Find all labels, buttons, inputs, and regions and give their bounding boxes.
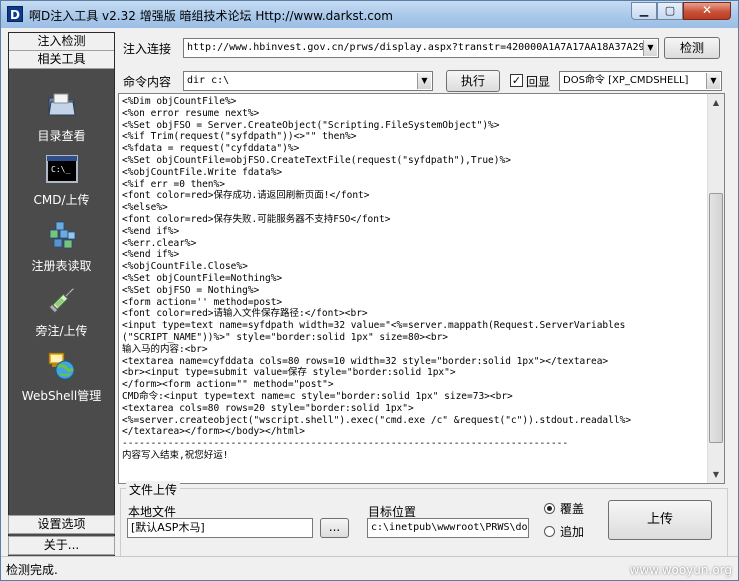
minimize-button[interactable]: ▁: [631, 2, 657, 20]
command-mode-value: DOS命令 [XP_CMDSHELL]: [563, 75, 689, 86]
append-radio[interactable]: [544, 526, 555, 537]
main-window: D 啊D注入工具 v2.32 增强版 暗组技术论坛 Http://www.dar…: [0, 0, 739, 581]
app-icon: D: [7, 6, 23, 22]
command-mode-select[interactable]: DOS命令 [XP_CMDSHELL] ▼: [559, 71, 722, 91]
tab-inject-detect[interactable]: 注入检测: [9, 33, 114, 51]
tool-cmd-upload[interactable]: C:\_ CMD/上传: [9, 153, 114, 213]
registry-cubes-icon: [46, 219, 78, 251]
tool-label: 旁注/上传: [35, 324, 88, 338]
title-bar[interactable]: D 啊D注入工具 v2.32 增强版 暗组技术论坛 Http://www.dar…: [1, 1, 738, 28]
network-globe-icon: [46, 349, 78, 381]
scroll-down-icon[interactable]: ▼: [708, 466, 724, 483]
execute-button[interactable]: 执行: [446, 70, 500, 92]
cmd-console-icon: C:\_: [46, 153, 78, 185]
status-text: 检测完成.: [6, 563, 58, 577]
tab-about[interactable]: 关于...: [8, 536, 115, 555]
echo-label: 回显: [526, 75, 551, 89]
tool-registry-read[interactable]: 注册表读取: [9, 219, 114, 279]
vertical-scrollbar[interactable]: ▲ ▼: [707, 94, 724, 483]
watermark: www.wooyun.org: [629, 563, 732, 577]
detect-button[interactable]: 检测: [664, 37, 720, 59]
client-area: 注入检测 相关工具 目录查看 C:\_ CMD/上传 注册表读取 旁注/上传 W…: [1, 28, 738, 580]
status-bar: 检测完成. www.wooyun.org: [1, 556, 738, 580]
local-file-input[interactable]: [默认ASP木马]: [127, 518, 313, 538]
inject-url-input[interactable]: http://www.hbinvest.gov.cn/prws/display.…: [183, 38, 659, 58]
close-button[interactable]: ✕: [683, 2, 731, 20]
radio-selected-dot: [547, 506, 552, 511]
browse-button[interactable]: ...: [320, 518, 349, 538]
inject-url-value: http://www.hbinvest.gov.cn/prws/display.…: [187, 42, 645, 53]
syringe-icon: [46, 284, 78, 316]
chevron-down-icon[interactable]: ▼: [706, 73, 720, 89]
command-value: dir c:\: [187, 75, 230, 86]
maximize-button[interactable]: ▢: [657, 2, 683, 20]
window-title: 啊D注入工具 v2.32 增强版 暗组技术论坛 Http://www.darks…: [29, 9, 393, 23]
tool-directory-view[interactable]: 目录查看: [9, 89, 114, 149]
echo-checkbox[interactable]: ✓: [510, 74, 523, 87]
tab-related-tools[interactable]: 相关工具: [9, 51, 114, 69]
tool-webshell-manage[interactable]: WebShell管理: [9, 349, 114, 409]
chevron-down-icon[interactable]: ▼: [643, 40, 657, 56]
output-text: <%Dim objCountFile%> <%on error resume n…: [122, 96, 632, 461]
tool-label: CMD/上传: [33, 193, 90, 207]
inject-url-label: 注入连接: [123, 42, 172, 56]
tool-label: 目录查看: [37, 129, 86, 143]
scroll-up-icon[interactable]: ▲: [708, 94, 724, 111]
tab-settings[interactable]: 设置选项: [8, 515, 115, 534]
tool-label: WebShell管理: [21, 389, 102, 403]
overwrite-radio[interactable]: [544, 503, 555, 514]
tool-panel: 注入检测 相关工具 目录查看 C:\_ CMD/上传 注册表读取 旁注/上传 W…: [8, 32, 115, 560]
svg-text:C:\_: C:\_: [51, 165, 70, 174]
target-location-input[interactable]: c:\inetpub\wwwroot\PRWS\dov: [367, 518, 529, 538]
file-upload-title: 文件上传: [126, 481, 181, 498]
command-input[interactable]: dir c:\ ▼: [183, 71, 433, 91]
upload-button[interactable]: 上传: [608, 500, 712, 540]
overwrite-label: 覆盖: [560, 502, 585, 516]
folder-icon: [46, 89, 78, 121]
tool-label: 注册表读取: [31, 259, 92, 273]
command-label: 命令内容: [123, 75, 172, 89]
chevron-down-icon[interactable]: ▼: [417, 73, 431, 89]
append-label: 追加: [560, 525, 585, 539]
scroll-thumb[interactable]: [709, 193, 723, 443]
tool-side-inject-upload[interactable]: 旁注/上传: [9, 284, 114, 344]
output-textarea[interactable]: <%Dim objCountFile%> <%on error resume n…: [118, 93, 725, 484]
